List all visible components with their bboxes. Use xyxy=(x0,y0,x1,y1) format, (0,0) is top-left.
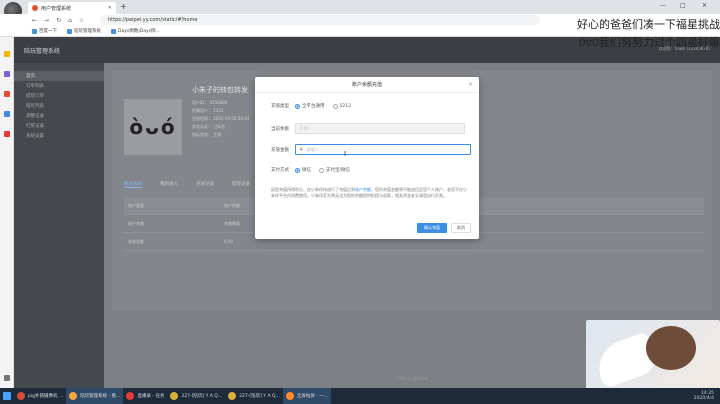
amount-placeholder: 请输入 xyxy=(306,146,319,152)
radio-unchecked-icon xyxy=(319,167,324,173)
taskbar-item[interactable]: pig扑猪摄像机 ... xyxy=(14,388,66,404)
stream-overlay-text: 好心的爸爸们凑一下福星挑战 0v0我们努努力过个四星好嘛 xyxy=(577,18,720,49)
nav-item[interactable]: 陪玩列表 xyxy=(14,101,104,111)
favorites-icon[interactable] xyxy=(4,51,10,57)
star-icon[interactable]: ☆ xyxy=(79,17,84,24)
tab-wallet[interactable]: 我的钱包 xyxy=(124,181,142,188)
start-button[interactable] xyxy=(0,388,14,404)
nav-item[interactable]: 打赏记录 xyxy=(14,121,104,131)
app-title: 陪玩管理系统 xyxy=(24,47,61,55)
nav-item[interactable]: 系统设置 xyxy=(14,131,104,141)
taskbar-item[interactable]: 陪玩管理系统 - 看... xyxy=(66,388,124,404)
balance-field: 0.00 xyxy=(295,123,465,134)
balance-label: 当前余额 xyxy=(271,126,289,132)
mail-icon[interactable] xyxy=(4,111,10,117)
taskbar: pig扑猪摄像机 ... 陪玩管理系统 - 看... 直播录 - 任务 227-… xyxy=(0,388,720,404)
reload-icon[interactable]: ↻ xyxy=(56,17,61,24)
folder-icon xyxy=(170,392,179,400)
radio-option[interactable]: 支付宝/微信 xyxy=(319,167,350,173)
radio-option[interactable]: 5212 xyxy=(332,103,351,109)
recharge-dialog: 账户余额充值 × 充值类型 全平台通用 5212 当前余额 0.00 充值金额 … xyxy=(255,77,479,239)
tab-bar: 用户管理系统 ✕ + — □ ✕ xyxy=(0,0,720,20)
tab-title: 用户管理系统 xyxy=(41,5,72,12)
url-text: https://peipei.yy.com/static/#/home xyxy=(108,17,198,23)
taskbar-item[interactable]: 227-[陪玩] Y A Q... xyxy=(167,388,225,404)
bookmark-item[interactable]: 陪玩管理系统 xyxy=(67,28,101,34)
radio-option[interactable]: 全平台通用 xyxy=(295,103,325,109)
webcam-hair xyxy=(646,326,696,370)
dialog-close-icon[interactable]: × xyxy=(468,81,473,88)
app-icon xyxy=(285,392,294,400)
bookmark-item[interactable]: 百度一下 xyxy=(32,28,57,34)
amount-label: 充值金额 xyxy=(271,147,289,153)
browser-side-strip xyxy=(0,37,14,388)
profile-avatar: òᴗó xyxy=(124,99,182,155)
browser-icon xyxy=(69,392,78,400)
radio-unchecked-icon xyxy=(332,103,338,109)
radio-checked-icon xyxy=(295,167,300,173)
weibo-icon[interactable] xyxy=(4,91,10,97)
recharge-type-row: 充值类型 全平台通用 5212 xyxy=(271,103,359,109)
webcam-overlay xyxy=(586,320,720,390)
amount-input[interactable]: ¥ 请输入 xyxy=(295,144,471,155)
browser-tab[interactable]: 用户管理系统 ✕ xyxy=(28,2,116,14)
close-window-button[interactable]: ✕ xyxy=(702,2,707,9)
cancel-button[interactable]: 取消 xyxy=(451,223,471,233)
history-icon[interactable] xyxy=(4,71,10,77)
profile-name: 小朱子的转包转发 xyxy=(192,86,248,94)
taskbar-item[interactable]: 227-[陪玩] Y A Q... xyxy=(225,388,283,404)
home-icon[interactable]: ⌂ xyxy=(68,17,72,24)
profile-tabs: 我的钱包 我的收入 充值记录 提现记录 xyxy=(124,181,250,188)
windows-icon xyxy=(3,392,11,400)
taskbar-item[interactable]: 直播录 - 任务 xyxy=(123,388,167,404)
nav-item[interactable]: 调整记录 xyxy=(14,111,104,121)
payment-row: 支付方式 微信 支付宝/微信 xyxy=(271,167,358,173)
back-icon[interactable]: ← xyxy=(32,17,37,24)
radio-checked-icon xyxy=(295,103,300,109)
bookmark-icon xyxy=(111,28,116,34)
minimize-button[interactable]: — xyxy=(660,2,666,9)
notice-link[interactable]: 账户余额 xyxy=(355,187,371,192)
app-icon xyxy=(126,392,135,400)
dialog-title: 账户余额充值 xyxy=(255,77,479,93)
balance-row: 当前余额 0.00 xyxy=(271,123,465,134)
currency-prefix: ¥ xyxy=(300,147,303,152)
nav-item[interactable]: 提现订单 xyxy=(14,91,104,101)
profile-info: 用户ID： 4156880 所属用户： 1372 注册时间： 2020-04-0… xyxy=(192,100,250,137)
tab-withdraw-records[interactable]: 提现记录 xyxy=(232,181,250,188)
nav-item[interactable]: 首页 xyxy=(14,71,104,81)
recharge-notice: 因您充值所得积分，在小朱伴侍进行了充值后到账户余额，您所充值金额将不能退回至您个… xyxy=(271,187,467,198)
app-icon[interactable] xyxy=(4,131,10,137)
bookmark-item[interactable]: Days倒数|Days倒... xyxy=(111,28,160,34)
text-cursor-icon: Ⅰ xyxy=(344,150,347,158)
add-icon[interactable] xyxy=(4,375,10,381)
payment-label: 支付方式 xyxy=(271,168,289,173)
tab-favicon-icon xyxy=(32,5,38,11)
tab-income[interactable]: 我的收入 xyxy=(160,181,178,188)
app-icon xyxy=(17,392,25,400)
side-nav: 首页 订单列表 提现订单 陪玩列表 调整记录 打赏记录 系统设置 xyxy=(14,63,104,388)
radio-option[interactable]: 微信 xyxy=(295,167,311,173)
nav-item[interactable]: 订单列表 xyxy=(14,81,104,91)
tab-close-icon[interactable]: ✕ xyxy=(108,5,112,11)
bookmark-icon xyxy=(32,28,37,34)
recharge-type-label: 充值类型 xyxy=(271,104,289,109)
folder-icon xyxy=(228,392,237,400)
new-tab-button[interactable]: + xyxy=(120,2,127,11)
tab-recharge-records[interactable]: 充值记录 xyxy=(196,181,214,188)
confirm-recharge-button[interactable]: 确认充值 xyxy=(417,223,447,233)
bookmark-icon xyxy=(67,28,72,34)
amount-row: 充值金额 ¥ 请输入 xyxy=(271,144,471,155)
system-clock[interactable]: 14:35 2020/4/4 xyxy=(694,391,714,401)
url-field[interactable]: https://peipei.yy.com/static/#/home xyxy=(100,15,540,25)
taskbar-item[interactable]: 全屏拍屏 - 一... xyxy=(282,388,332,404)
maximize-button[interactable]: □ xyxy=(680,2,686,9)
forward-icon[interactable]: → xyxy=(44,17,49,24)
